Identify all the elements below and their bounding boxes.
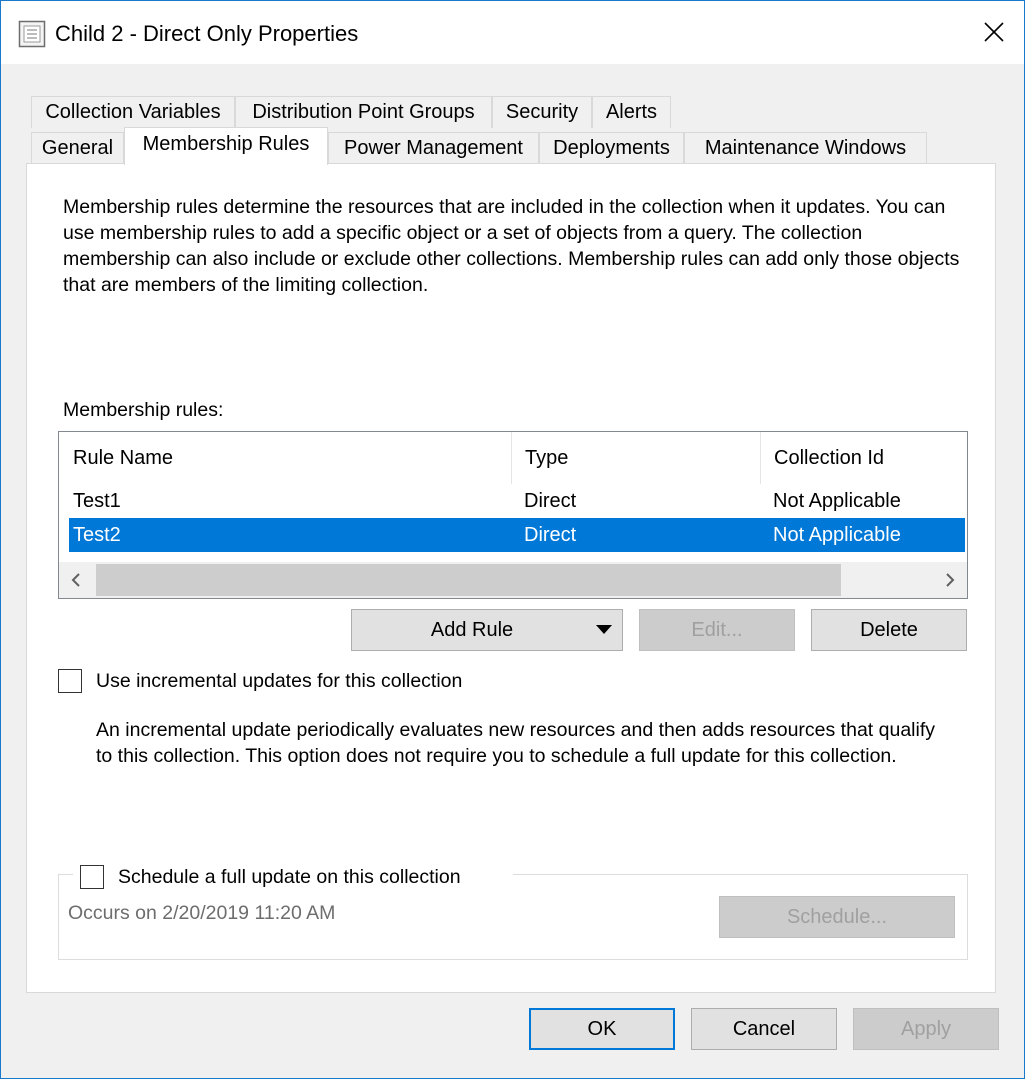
edit-rule-button[interactable]: Edit... xyxy=(639,609,795,651)
rule-name-cell: Test1 xyxy=(73,490,121,512)
properties-dialog: Child 2 - Direct Only Properties Collect… xyxy=(0,0,1025,1079)
tab-distribution-point-groups[interactable]: Distribution Point Groups xyxy=(235,96,492,128)
incremental-updates-help: An incremental update periodically evalu… xyxy=(96,719,935,767)
table-row[interactable]: Test1 Direct Not Applicable xyxy=(69,484,965,518)
schedule-occurs-text: Occurs on 2/20/2019 11:20 AM xyxy=(68,902,336,924)
horizontal-scrollbar[interactable] xyxy=(59,562,967,598)
ok-button[interactable]: OK xyxy=(529,1008,675,1050)
add-rule-label: Add Rule xyxy=(430,619,514,641)
table-row-selected[interactable]: Test2 Direct Not Applicable xyxy=(69,518,965,552)
incremental-updates-label[interactable]: Use incremental updates for this collect… xyxy=(96,670,462,693)
type-cell: Direct xyxy=(524,490,577,512)
apply-button[interactable]: Apply xyxy=(853,1008,999,1050)
type-cell: Direct xyxy=(524,524,577,546)
title-bar: Child 2 - Direct Only Properties xyxy=(1,1,1024,64)
close-button[interactable] xyxy=(964,1,1024,64)
column-header-collection-id[interactable]: Collection Id xyxy=(760,432,967,484)
add-rule-button[interactable]: Add Rule xyxy=(351,609,623,651)
membership-rules-description: Membership rules determine the resources… xyxy=(63,196,960,296)
scrollbar-thumb[interactable] xyxy=(96,564,841,596)
collection-id-cell: Not Applicable xyxy=(773,490,901,512)
column-header-rule-name[interactable]: Rule Name xyxy=(59,432,511,484)
schedule-button[interactable]: Schedule... xyxy=(719,896,955,938)
scroll-right-button[interactable] xyxy=(931,562,967,598)
list-header: Rule Name Type Collection Id xyxy=(59,432,967,484)
tab-general[interactable]: General xyxy=(31,132,124,164)
incremental-updates-checkbox[interactable] xyxy=(58,669,82,693)
rule-name-cell: Test2 xyxy=(73,524,121,546)
dropdown-arrow-icon xyxy=(596,625,612,634)
tab-security[interactable]: Security xyxy=(492,96,592,128)
schedule-full-update-label[interactable]: Schedule a full update on this collectio… xyxy=(118,866,461,889)
cancel-button[interactable]: Cancel xyxy=(691,1008,837,1050)
membership-rules-label: Membership rules: xyxy=(63,399,224,421)
delete-rule-button[interactable]: Delete xyxy=(811,609,967,651)
column-header-type[interactable]: Type xyxy=(511,432,761,484)
schedule-full-update-checkbox[interactable] xyxy=(80,865,104,889)
tab-collection-variables[interactable]: Collection Variables xyxy=(31,96,235,128)
window-title: Child 2 - Direct Only Properties xyxy=(55,21,359,46)
tab-membership-rules[interactable]: Membership Rules xyxy=(124,127,328,165)
chevron-right-icon xyxy=(946,573,955,587)
properties-window-icon xyxy=(18,20,46,48)
tab-alerts[interactable]: Alerts xyxy=(592,96,671,128)
chevron-left-icon xyxy=(71,573,80,587)
tab-power-management[interactable]: Power Management xyxy=(328,132,539,164)
close-icon xyxy=(984,22,1004,42)
tab-deployments[interactable]: Deployments xyxy=(539,132,684,164)
scroll-left-button[interactable] xyxy=(59,562,95,598)
tab-maintenance-windows[interactable]: Maintenance Windows xyxy=(684,132,927,164)
collection-id-cell: Not Applicable xyxy=(773,524,901,546)
membership-rules-list[interactable]: Rule Name Type Collection Id Test1 Direc… xyxy=(58,431,968,599)
